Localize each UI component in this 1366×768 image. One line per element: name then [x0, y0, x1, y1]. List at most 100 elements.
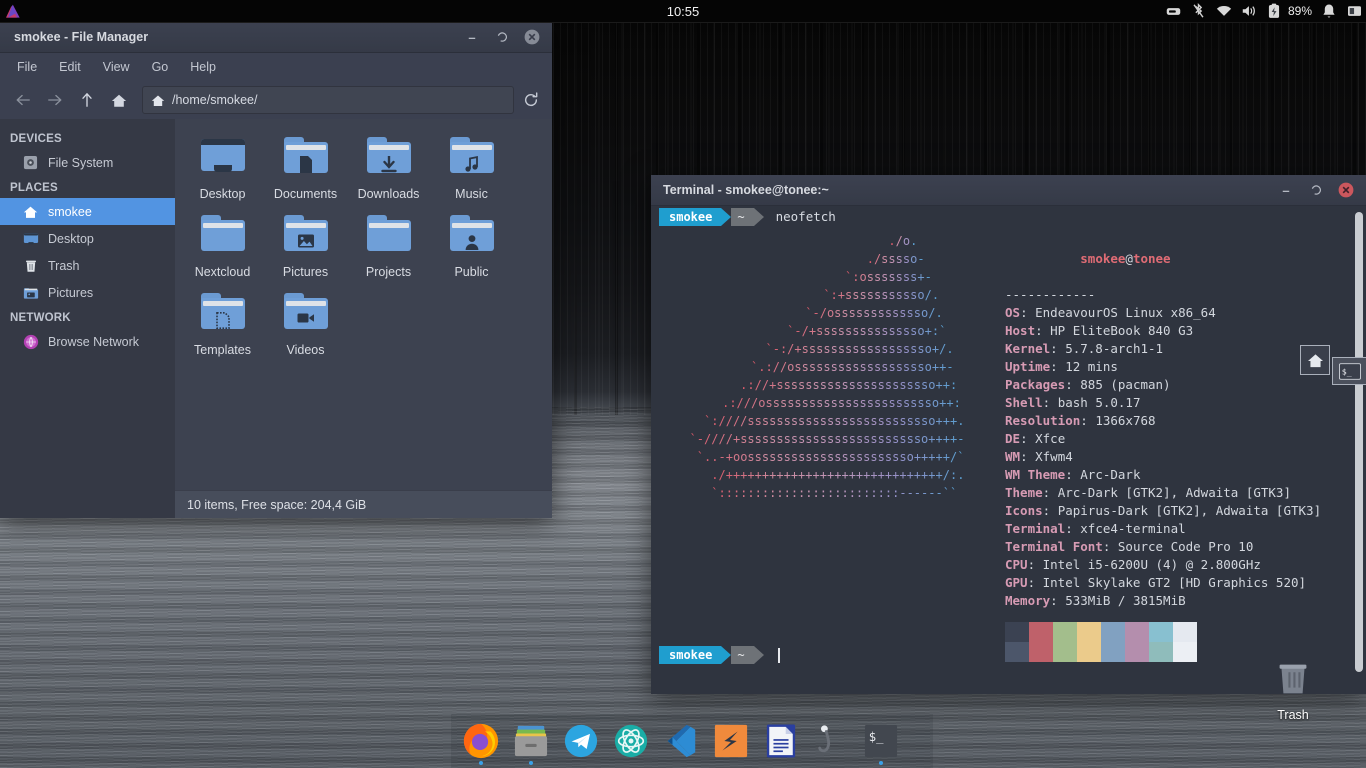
switcher-item-terminal[interactable]: $_ — [1332, 357, 1366, 385]
file-label: Projects — [365, 265, 412, 279]
sidebar-item-desktop[interactable]: Desktop — [0, 225, 175, 252]
dock-item-vscode[interactable] — [659, 719, 703, 763]
keyboard-layout-icon[interactable] — [1166, 3, 1182, 19]
sidebar-item-smokee[interactable]: smokee — [0, 198, 175, 225]
neofetch-row: WM Theme: Arc-Dark — [1005, 466, 1321, 484]
file-item-videos[interactable]: Videos — [264, 289, 347, 357]
bluetooth-disabled-icon[interactable] — [1191, 3, 1207, 19]
sidebar-item-file-system[interactable]: File System — [0, 149, 175, 176]
terminal-titlebar[interactable]: Terminal - smokee@tonee:~ – — [651, 175, 1366, 206]
maximize-button[interactable] — [1308, 182, 1324, 198]
telegram-icon — [564, 724, 598, 758]
file-item-public[interactable]: Public — [430, 211, 513, 279]
downloads-folder-icon — [361, 133, 417, 181]
menu-go[interactable]: Go — [143, 57, 178, 77]
dock-running-indicator — [479, 761, 483, 765]
dock-running-indicator — [879, 761, 883, 765]
arrow-right-icon[interactable] — [40, 87, 70, 113]
neofetch-value: : Source Code Pro 10 — [1102, 539, 1254, 554]
palette-swatch — [1029, 642, 1053, 662]
neofetch-value: : EndeavourOS Linux x86_64 — [1020, 305, 1216, 320]
prompt-arrow-icon — [721, 208, 732, 226]
file-item-documents[interactable]: Documents — [264, 133, 347, 201]
sidebar-item-pictures[interactable]: Pictures — [0, 279, 175, 306]
file-item-desktop[interactable]: Desktop — [181, 133, 264, 201]
minimize-button[interactable]: – — [1278, 182, 1294, 198]
neofetch-key: WM — [1005, 449, 1021, 464]
sidebar-header-network: NETWORK — [10, 312, 71, 324]
dock-item-firefox[interactable] — [459, 719, 503, 765]
volume-icon[interactable] — [1241, 3, 1257, 19]
music-folder-icon — [444, 133, 500, 181]
desktop-trash-icon[interactable]: Trash — [1262, 655, 1324, 722]
desktop-icon — [22, 230, 39, 247]
neofetch-row: Shell: bash 5.0.17 — [1005, 394, 1321, 412]
file-manager-content: Desktop Documents Downloads Music Nextcl… — [175, 119, 552, 518]
neofetch-info-table: smokee@tonee ------------ OS: EndeavourO… — [997, 232, 1321, 662]
menu-edit[interactable]: Edit — [50, 57, 90, 77]
dock-item-atom[interactable] — [609, 719, 653, 763]
maximize-button[interactable] — [494, 29, 510, 45]
arrow-left-icon[interactable] — [8, 87, 38, 113]
neofetch-row: Packages: 885 (pacman) — [1005, 376, 1321, 394]
file-item-nextcloud[interactable]: Nextcloud — [181, 211, 264, 279]
prompt-arrow-icon — [721, 646, 732, 664]
minimize-button[interactable]: – — [464, 29, 480, 45]
file-item-downloads[interactable]: Downloads — [347, 133, 430, 201]
file-manager-titlebar[interactable]: smokee - File Manager – — [0, 22, 552, 53]
home-icon[interactable] — [104, 87, 134, 113]
dock-item-telegram[interactable] — [559, 719, 603, 763]
menu-view[interactable]: View — [94, 57, 139, 77]
path-input[interactable]: /home/smokee/ — [142, 86, 514, 114]
file-manager-window: smokee - File Manager – File Edit View G… — [0, 22, 552, 518]
vscode-icon — [667, 724, 696, 758]
sidebar-item-browse-network[interactable]: Browse Network — [0, 328, 175, 355]
globe-icon — [22, 333, 39, 350]
terminal-scrollbar[interactable] — [1355, 212, 1363, 672]
file-item-templates[interactable]: Templates — [181, 289, 264, 357]
documents-folder-icon — [278, 133, 334, 181]
home-icon — [1307, 353, 1323, 367]
terminal-command: neofetch — [775, 209, 836, 224]
neofetch-row: Theme: Arc-Dark [GTK2], Adwaita [GTK3] — [1005, 484, 1321, 502]
terminal-content[interactable]: smokee ~ neofetch ./o. ./sssso- `:osssss… — [651, 206, 1366, 694]
neofetch-key: Theme — [1005, 485, 1043, 500]
dock-item-libreoffice-writer[interactable] — [759, 719, 803, 763]
menu-help[interactable]: Help — [181, 57, 225, 77]
hook-icon — [818, 725, 831, 753]
bell-icon[interactable] — [1321, 3, 1337, 19]
file-item-pictures[interactable]: Pictures — [264, 211, 347, 279]
sidebar-header-places: PLACES — [10, 182, 58, 194]
palette-column — [1173, 622, 1197, 662]
dock-item-terminal[interactable]: $_ — [859, 719, 903, 765]
sidebar-label: smokee — [48, 204, 92, 219]
wifi-icon[interactable] — [1216, 3, 1232, 19]
panel-clock[interactable]: 10:55 — [0, 4, 1366, 19]
terminal-title: Terminal - smokee@tonee:~ — [663, 183, 829, 197]
dock-item-octave[interactable] — [709, 719, 753, 763]
close-button[interactable] — [524, 29, 540, 45]
reload-icon[interactable] — [518, 87, 544, 113]
file-item-music[interactable]: Music — [430, 133, 513, 201]
terminal-prompt-line-1: smokee ~ neofetch — [651, 206, 1366, 228]
dock-item-file-manager[interactable] — [509, 719, 553, 765]
menu-file[interactable]: File — [8, 57, 46, 77]
display-icon[interactable] — [1346, 3, 1362, 19]
pictures-folder-icon — [22, 284, 39, 301]
sidebar-item-trash[interactable]: Trash — [0, 252, 175, 279]
neofetch-key: Terminal — [1005, 521, 1066, 536]
prompt-arrow-icon — [753, 646, 764, 664]
file-manager-menubar: File Edit View Go Help — [0, 53, 552, 81]
neofetch-output: ./o. ./sssso- `:osssssss+- `:+ssssssssss… — [651, 228, 1366, 662]
neofetch-row: Icons: Papirus-Dark [GTK2], Adwaita [GTK… — [1005, 502, 1321, 520]
dock-item-inkscape[interactable] — [809, 719, 853, 763]
close-button[interactable] — [1338, 182, 1354, 198]
arrow-up-icon[interactable] — [72, 87, 102, 113]
neofetch-key: Shell — [1005, 395, 1043, 410]
battery-charging-icon[interactable] — [1266, 3, 1282, 19]
neofetch-separator: ------------ — [1005, 287, 1096, 302]
palette-swatch — [1101, 622, 1125, 642]
switcher-item-file-manager[interactable] — [1300, 345, 1330, 375]
file-item-projects[interactable]: Projects — [347, 211, 430, 279]
prompt-user-segment: smokee — [659, 646, 722, 664]
